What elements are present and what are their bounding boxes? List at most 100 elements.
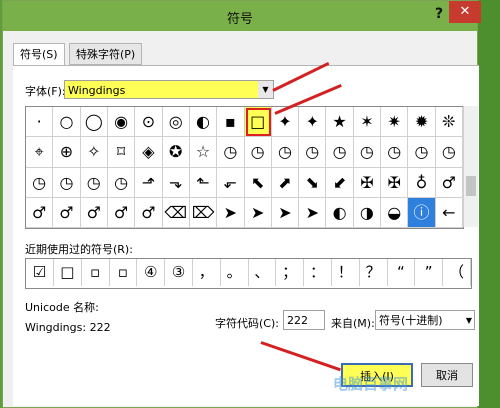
- background-strip: [478, 0, 500, 408]
- recent-symbol-cell[interactable]: ！: [332, 259, 360, 286]
- symbol-cell[interactable]: ⌦: [189, 197, 218, 228]
- close-button[interactable]: ✕: [449, 1, 481, 23]
- symbol-cell[interactable]: ✷: [381, 107, 409, 138]
- symbol-cell[interactable]: ⌫: [162, 197, 190, 228]
- symbol-cell[interactable]: ⬏: [135, 167, 163, 198]
- symbol-cell[interactable]: ⬉: [244, 167, 272, 198]
- symbol-cell[interactable]: ◷: [53, 167, 81, 198]
- symbol-cell[interactable]: ✹: [408, 107, 436, 138]
- symbol-cell[interactable]: ♂: [435, 167, 463, 198]
- symbol-cell[interactable]: ✶: [353, 107, 382, 138]
- recent-symbol-cell[interactable]: 。: [221, 259, 249, 286]
- chevron-down-icon[interactable]: ▼: [466, 311, 472, 331]
- symbol-cell[interactable]: ◷: [107, 167, 136, 198]
- recent-symbol-cell[interactable]: ；: [276, 259, 305, 286]
- symbol-cell[interactable]: ▪: [217, 107, 245, 138]
- symbol-cell[interactable]: ◷: [217, 137, 245, 168]
- symbol-cell[interactable]: ⌑: [107, 137, 136, 168]
- recent-symbol-cell[interactable]: ？: [360, 259, 388, 286]
- recent-symbol-cell[interactable]: □: [54, 259, 82, 286]
- help-button[interactable]: ?: [435, 6, 443, 22]
- recent-label: 近期使用过的符号(R):: [25, 243, 133, 256]
- recent-symbol-cell[interactable]: ▫: [82, 259, 110, 286]
- chevron-down-icon[interactable]: ▼: [258, 81, 273, 98]
- symbol-cell[interactable]: ⌖: [26, 137, 54, 168]
- grid-scrollbar[interactable]: [463, 106, 478, 227]
- symbol-cell[interactable]: ♂: [135, 197, 163, 228]
- symbol-cell[interactable]: ◷: [326, 137, 354, 168]
- symbol-cell[interactable]: ⬑: [189, 167, 218, 198]
- symbol-cell[interactable]: ✪: [162, 137, 190, 168]
- symbol-cell[interactable]: ◐: [326, 197, 354, 228]
- cancel-button[interactable]: 取消: [421, 363, 473, 387]
- symbol-cell[interactable]: ·: [26, 107, 54, 138]
- symbol-cell[interactable]: ⬐: [217, 167, 245, 198]
- recent-symbol-cell[interactable]: ：: [304, 259, 332, 286]
- symbol-cell[interactable]: ⬈: [271, 167, 300, 198]
- symbol-cell[interactable]: ◈: [135, 137, 163, 168]
- font-select[interactable]: Wingdings ▼: [64, 80, 274, 99]
- recent-symbol-cell[interactable]: “: [387, 259, 416, 286]
- from-label: 来自(M):: [331, 317, 375, 330]
- symbol-cell[interactable]: □: [244, 107, 272, 138]
- symbol-cell[interactable]: ◷: [408, 137, 436, 168]
- recent-symbol-cell[interactable]: 、: [248, 259, 277, 286]
- symbol-cell[interactable]: ♂: [53, 197, 81, 228]
- symbol-cell[interactable]: ⬎: [162, 167, 190, 198]
- symbol-cell[interactable]: ❊: [435, 107, 463, 138]
- symbol-cell[interactable]: ◷: [271, 137, 300, 168]
- symbol-cell[interactable]: ◷: [299, 137, 327, 168]
- symbol-cell[interactable]: ☆: [189, 137, 218, 168]
- recent-symbol-cell[interactable]: ”: [415, 259, 444, 286]
- symbol-cell[interactable]: ✧: [80, 137, 108, 168]
- symbol-cell[interactable]: ◎: [162, 107, 190, 138]
- unicode-name-value: Wingdings: 222: [25, 321, 111, 334]
- symbol-cell[interactable]: ◷: [435, 137, 463, 168]
- symbol-cell[interactable]: ⓘ: [408, 197, 436, 228]
- symbol-cell[interactable]: ◷: [26, 167, 54, 198]
- symbol-cell[interactable]: ⊙: [135, 107, 163, 138]
- symbol-cell[interactable]: ◑: [353, 197, 382, 228]
- symbol-cell[interactable]: ◷: [353, 137, 382, 168]
- recent-symbol-cell[interactable]: ③: [165, 259, 193, 286]
- symbol-cell[interactable]: ◯: [80, 107, 108, 138]
- recent-symbol-cell[interactable]: （: [443, 259, 471, 286]
- symbol-cell[interactable]: ○: [53, 107, 81, 138]
- recent-symbols: ☑ □ ▫ ▫ ④ ③，。、；：！？ “” （: [25, 258, 472, 289]
- symbol-cell[interactable]: ♁: [408, 167, 436, 198]
- symbol-cell[interactable]: ➤: [244, 197, 272, 228]
- symbol-cell[interactable]: ➤: [271, 197, 300, 228]
- symbol-cell[interactable]: ◷: [244, 137, 272, 168]
- symbol-cell[interactable]: ◉: [107, 107, 136, 138]
- from-select[interactable]: 符号(十进制) ▼: [375, 310, 475, 330]
- dialog-title: 符号: [226, 12, 253, 27]
- symbol-cell[interactable]: ◒: [381, 197, 409, 228]
- symbol-cell[interactable]: ✠: [381, 167, 409, 198]
- tab-symbols[interactable]: 符号(S): [13, 43, 65, 66]
- symbol-cell[interactable]: ◷: [80, 167, 108, 198]
- symbol-cell[interactable]: ◷: [381, 137, 409, 168]
- recent-symbol-cell[interactable]: ，: [193, 259, 221, 286]
- char-code-input[interactable]: 222: [283, 310, 325, 330]
- from-select-value: 符号(十进制): [379, 314, 443, 327]
- char-code-label: 字符代码(C):: [215, 317, 279, 330]
- scrollbar-thumb[interactable]: [466, 176, 476, 196]
- symbol-cell[interactable]: ✦: [299, 107, 327, 138]
- recent-symbol-cell[interactable]: ▫: [109, 259, 138, 286]
- symbol-grid: · ○ ◯ ◉ ⊙ ◎ ◐ ▪ □ ✦ ✦ ★ ✶ ✷ ✹ ❊ ⌖ ⊕ ✧ ⌑ ◈ ✪ ☆ ◷ ◷ ◷ ◷ ◷ ◷ ◷ ◷ ◷ ◷ ◷ ◷ ◷ ⬏ ⬎ ⬑ ⬐…: [25, 106, 464, 229]
- symbol-cell[interactable]: ♂: [107, 197, 136, 228]
- symbol-cell[interactable]: ←: [435, 197, 463, 228]
- symbol-cell[interactable]: ★: [326, 107, 354, 138]
- symbol-cell[interactable]: ⊕: [53, 137, 81, 168]
- symbol-cell[interactable]: ◐: [189, 107, 218, 138]
- recent-symbol-cell[interactable]: ④: [137, 259, 166, 286]
- symbol-cell[interactable]: ➤: [299, 197, 327, 228]
- tab-special-characters[interactable]: 特殊字符(P): [69, 43, 143, 65]
- symbol-cell[interactable]: ♂: [26, 197, 54, 228]
- symbol-cell[interactable]: ♂: [80, 197, 108, 228]
- recent-symbol-cell[interactable]: ☑: [26, 259, 54, 286]
- symbol-cell[interactable]: ➤: [217, 197, 245, 228]
- symbol-cell[interactable]: ⬊: [299, 167, 327, 198]
- symbol-cell[interactable]: ✠: [353, 167, 382, 198]
- symbol-cell[interactable]: ⬋: [326, 167, 354, 198]
